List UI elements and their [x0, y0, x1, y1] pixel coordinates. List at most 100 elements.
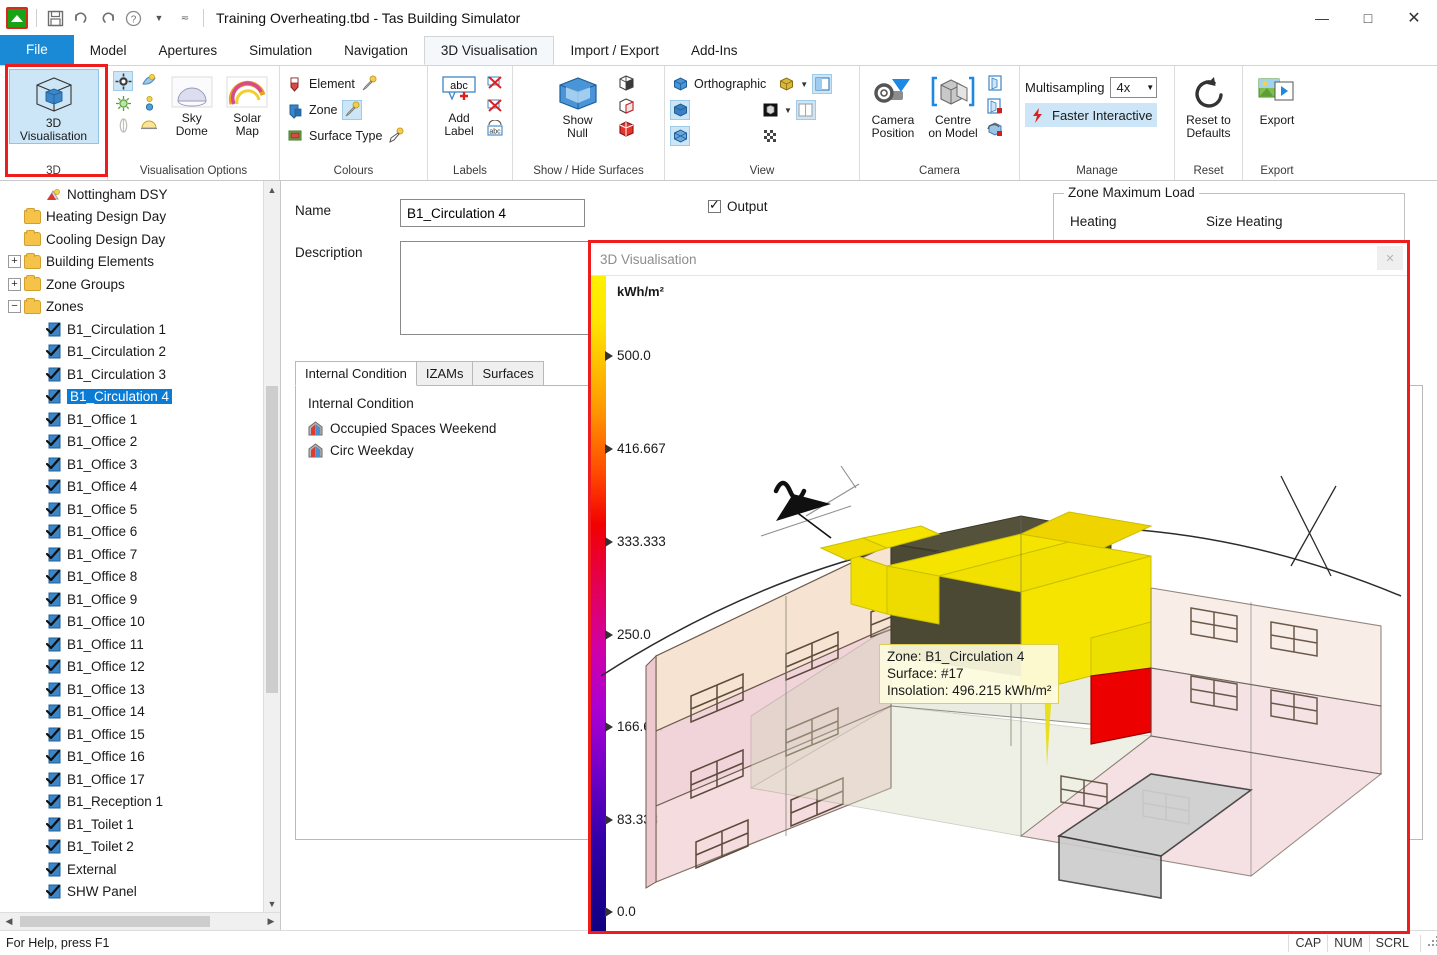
- output-checkbox[interactable]: [708, 197, 721, 213]
- name-input[interactable]: [400, 199, 585, 227]
- colour-surface-type-row[interactable]: Surface Type: [285, 124, 406, 148]
- customize-toolbar-icon[interactable]: ≂: [175, 8, 195, 28]
- view-row-3[interactable]: [670, 124, 780, 148]
- tree-item-b1-office-9[interactable]: B1_Office 9: [0, 588, 280, 611]
- sun-path-icon[interactable]: [139, 93, 159, 113]
- scroll-up-icon[interactable]: ▲: [264, 181, 280, 198]
- tab-simulation[interactable]: Simulation: [233, 37, 328, 65]
- tree-item-zones[interactable]: − Zones: [0, 296, 280, 319]
- colour-zone-row[interactable]: Zone: [285, 98, 362, 122]
- shadow-icon[interactable]: [139, 71, 159, 91]
- tree-item-b1-toilet-2[interactable]: B1_Toilet 2: [0, 836, 280, 859]
- horizon-icon[interactable]: [139, 115, 159, 135]
- wireframe-cube-icon[interactable]: [670, 126, 690, 146]
- export-button[interactable]: Export: [1248, 71, 1306, 127]
- tab-izams[interactable]: IZAMs: [415, 361, 474, 386]
- tree-item-b1-office-12[interactable]: B1_Office 12: [0, 656, 280, 679]
- daylight-icon[interactable]: [113, 93, 133, 113]
- tree-item-b1-office-16[interactable]: B1_Office 16: [0, 746, 280, 769]
- tab-surfaces[interactable]: Surfaces: [472, 361, 544, 386]
- solar-angle-icon[interactable]: [113, 115, 133, 135]
- tree-item-b1-office-11[interactable]: B1_Office 11: [0, 633, 280, 656]
- tree-item-b1-office-15[interactable]: B1_Office 15: [0, 723, 280, 746]
- dark-cube-icon[interactable]: [760, 100, 780, 120]
- tree-item-b1-office-8[interactable]: B1_Office 8: [0, 566, 280, 589]
- centre-on-model-button[interactable]: Centre on Model: [923, 71, 983, 140]
- scroll-left-icon[interactable]: ◀: [0, 916, 18, 927]
- tree-item-cooling-design-day[interactable]: Cooling Design Day: [0, 228, 280, 251]
- tree-item-b1-office-17[interactable]: B1_Office 17: [0, 768, 280, 791]
- colour-element-row[interactable]: Element: [285, 72, 379, 96]
- tree-item-shw-panel[interactable]: SHW Panel: [0, 881, 280, 904]
- camera-position-button[interactable]: Camera Position: [865, 71, 921, 140]
- delete-all-labels-icon[interactable]: [485, 96, 505, 116]
- help-icon[interactable]: ?: [123, 8, 143, 28]
- tree-item-b1-circulation-3[interactable]: B1_Circulation 3: [0, 363, 280, 386]
- tab-internal-condition[interactable]: Internal Condition: [295, 361, 417, 386]
- tree-item-b1-office-1[interactable]: B1_Office 1: [0, 408, 280, 431]
- tree-item-b1-office-13[interactable]: B1_Office 13: [0, 678, 280, 701]
- orthographic-row[interactable]: Orthographic ▼: [670, 72, 833, 96]
- save-camera-icon[interactable]: [985, 73, 1005, 93]
- tree-item-b1-circulation-2[interactable]: B1_Circulation 2: [0, 341, 280, 364]
- checker-transparency-icon[interactable]: [760, 126, 780, 146]
- close-button[interactable]: ✕: [1391, 0, 1437, 36]
- split-view-icon[interactable]: [812, 74, 833, 94]
- zone-brush-icon[interactable]: [341, 100, 362, 120]
- reset-camera-icon[interactable]: [985, 119, 1005, 139]
- sun-position-icon[interactable]: [113, 71, 133, 91]
- building-model-render[interactable]: [591, 276, 1407, 931]
- expand-icon[interactable]: +: [8, 277, 21, 291]
- tree-item-building-elements[interactable]: + Building Elements: [0, 251, 280, 274]
- tree-item-b1-office-5[interactable]: B1_Office 5: [0, 498, 280, 521]
- multisampling-dropdown[interactable]: 4x ▼: [1110, 77, 1158, 98]
- tree-item-nottingham-dsy[interactable]: Nottingham DSY: [0, 183, 280, 206]
- 3d-viewport[interactable]: kWh/m² 500.0 416.667 333.333 250.0 166.6…: [591, 276, 1407, 931]
- tree-item-b1-office-14[interactable]: B1_Office 14: [0, 701, 280, 724]
- tree-item-b1-office-2[interactable]: B1_Office 2: [0, 431, 280, 454]
- tree-item-b1-office-3[interactable]: B1_Office 3: [0, 453, 280, 476]
- sky-dome-button[interactable]: Sky Dome: [165, 71, 219, 138]
- delete-label-icon[interactable]: [485, 73, 505, 93]
- tree-item-external[interactable]: External: [0, 858, 280, 881]
- collapse-icon[interactable]: −: [8, 300, 21, 314]
- model-tree[interactable]: Nottingham DSY Heating Design Day Cooling …: [0, 181, 280, 903]
- add-label-button[interactable]: abc Add Label: [435, 71, 483, 138]
- tree-item-b1-reception-1[interactable]: B1_Reception 1: [0, 791, 280, 814]
- tree-item-b1-toilet-1[interactable]: B1_Toilet 1: [0, 813, 280, 836]
- tree-item-zone-groups[interactable]: + Zone Groups: [0, 273, 280, 296]
- perspective-cube-icon[interactable]: [670, 100, 690, 120]
- solar-map-button[interactable]: Solar Map: [221, 71, 275, 138]
- tree-item-heating-design-day[interactable]: Heating Design Day: [0, 206, 280, 229]
- view-row-2[interactable]: ▼: [670, 98, 816, 122]
- undo-icon[interactable]: [71, 8, 91, 28]
- reset-to-defaults-button[interactable]: Reset to Defaults: [1180, 71, 1237, 140]
- tab-navigation[interactable]: Navigation: [328, 37, 424, 65]
- tab-model[interactable]: Model: [74, 37, 143, 65]
- show-all-surfaces-icon[interactable]: [617, 119, 637, 139]
- tab-import-export[interactable]: Import / Export: [554, 37, 675, 65]
- tab-add-ins[interactable]: Add-Ins: [675, 37, 754, 65]
- tree-item-b1-office-7[interactable]: B1_Office 7: [0, 543, 280, 566]
- tree-item-b1-office-6[interactable]: B1_Office 6: [0, 521, 280, 544]
- dual-view-icon[interactable]: [795, 100, 816, 120]
- save-icon[interactable]: [45, 8, 65, 28]
- expand-icon[interactable]: +: [8, 255, 21, 269]
- minimize-button[interactable]: —: [1299, 0, 1345, 36]
- tree-item-b1-circulation-4[interactable]: B1_Circulation 4: [0, 386, 280, 409]
- lock-camera-icon[interactable]: [985, 96, 1005, 116]
- maximize-button[interactable]: □: [1345, 0, 1391, 36]
- tree-item-b1-office-10[interactable]: B1_Office 10: [0, 611, 280, 634]
- dark-cube-dropdown-icon[interactable]: ▼: [784, 106, 792, 115]
- faster-interactive-toggle[interactable]: Faster Interactive: [1025, 103, 1158, 127]
- show-null-button[interactable]: Show Null: [541, 71, 615, 140]
- tree-vertical-scrollbar[interactable]: ▲ ▼: [263, 181, 280, 912]
- tab-3d-visualisation[interactable]: 3D Visualisation: [423, 36, 555, 65]
- label-settings-icon[interactable]: abc: [485, 119, 505, 139]
- 3d-visualisation-close-button[interactable]: ✕: [1377, 246, 1403, 270]
- chevron-down-icon[interactable]: ▼: [149, 8, 169, 28]
- tree-item-b1-circulation-1[interactable]: B1_Circulation 1: [0, 318, 280, 341]
- gold-cube-icon[interactable]: [776, 74, 796, 94]
- tab-file[interactable]: File: [0, 35, 74, 65]
- 3d-visualisation-button[interactable]: 3D Visualisation: [8, 69, 99, 144]
